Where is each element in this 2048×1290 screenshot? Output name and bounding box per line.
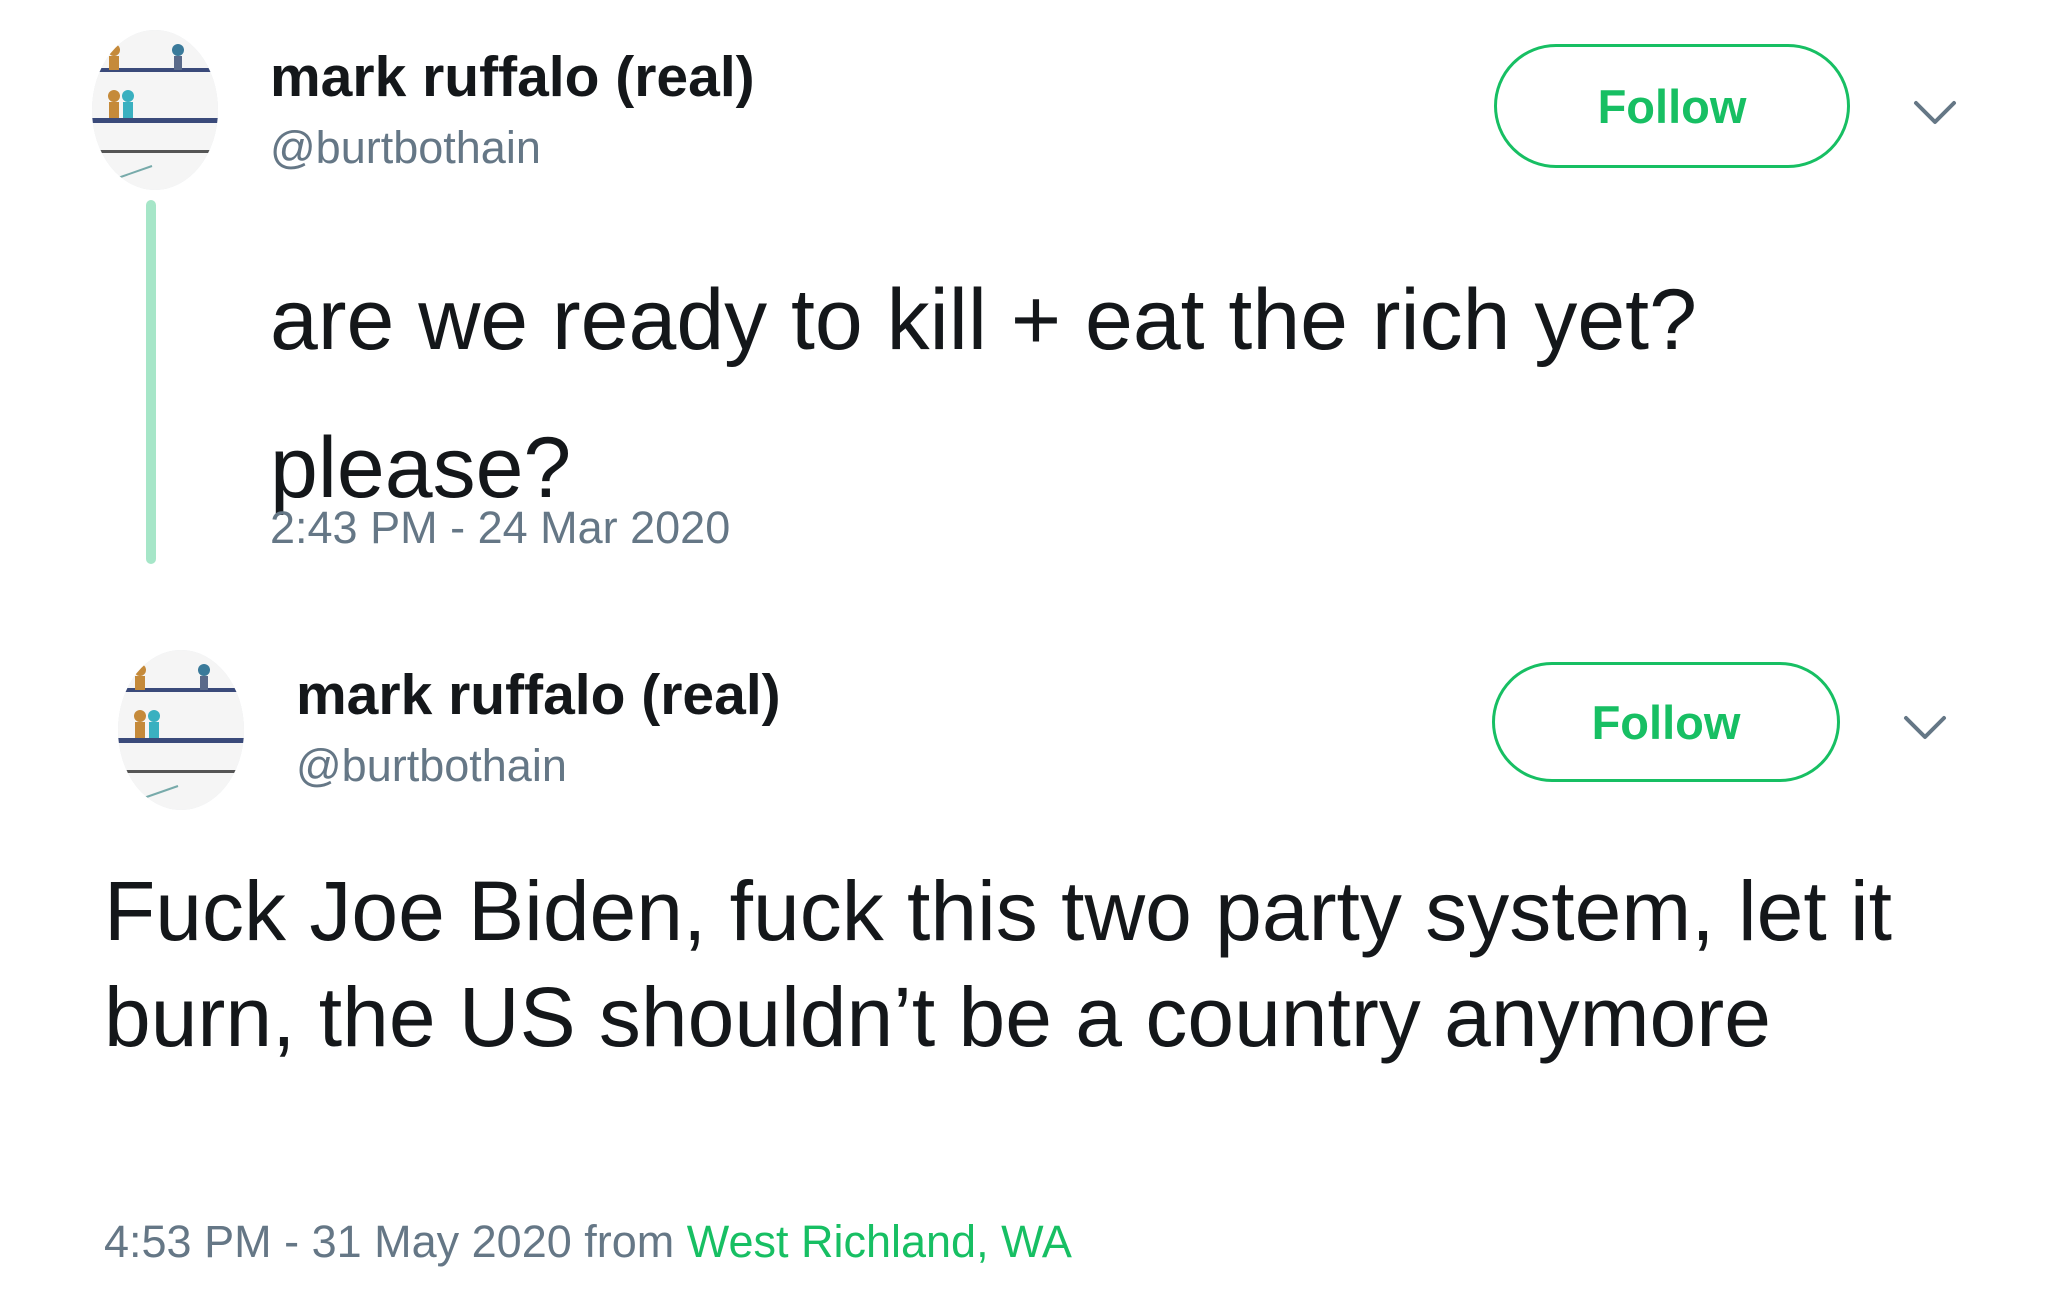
chevron-down-icon[interactable] — [1902, 712, 1948, 742]
timestamp-text[interactable]: 2:43 PM - 24 Mar 2020 — [270, 502, 730, 553]
follow-button[interactable]: Follow — [1492, 662, 1840, 782]
display-name[interactable]: mark ruffalo (real) — [270, 44, 755, 110]
thread-connector-line — [146, 200, 156, 564]
avatar[interactable] — [92, 30, 218, 190]
username-handle[interactable]: @burtbothain — [296, 740, 567, 792]
follow-button[interactable]: Follow — [1494, 44, 1850, 168]
tweet-timestamp[interactable]: 2:43 PM - 24 Mar 2020 — [270, 502, 730, 554]
timestamp-text[interactable]: 4:53 PM - 31 May 2020 — [104, 1216, 572, 1267]
username-handle[interactable]: @burtbothain — [270, 122, 541, 174]
display-name[interactable]: mark ruffalo (real) — [296, 662, 781, 728]
tweet-timestamp: 4:53 PM - 31 May 2020 from West Richland… — [104, 1216, 1072, 1268]
avatar[interactable] — [118, 650, 244, 810]
location-link[interactable]: West Richland, WA — [687, 1216, 1072, 1267]
tweet-text: are we ready to kill + eat the rich yet?… — [270, 272, 1721, 516]
avatar-image — [92, 30, 218, 190]
from-label: from — [571, 1216, 687, 1267]
avatar-image — [118, 650, 244, 810]
tweet-text: Fuck Joe Biden, fuck this two party syst… — [104, 864, 1916, 1064]
chevron-down-icon[interactable] — [1912, 97, 1958, 127]
